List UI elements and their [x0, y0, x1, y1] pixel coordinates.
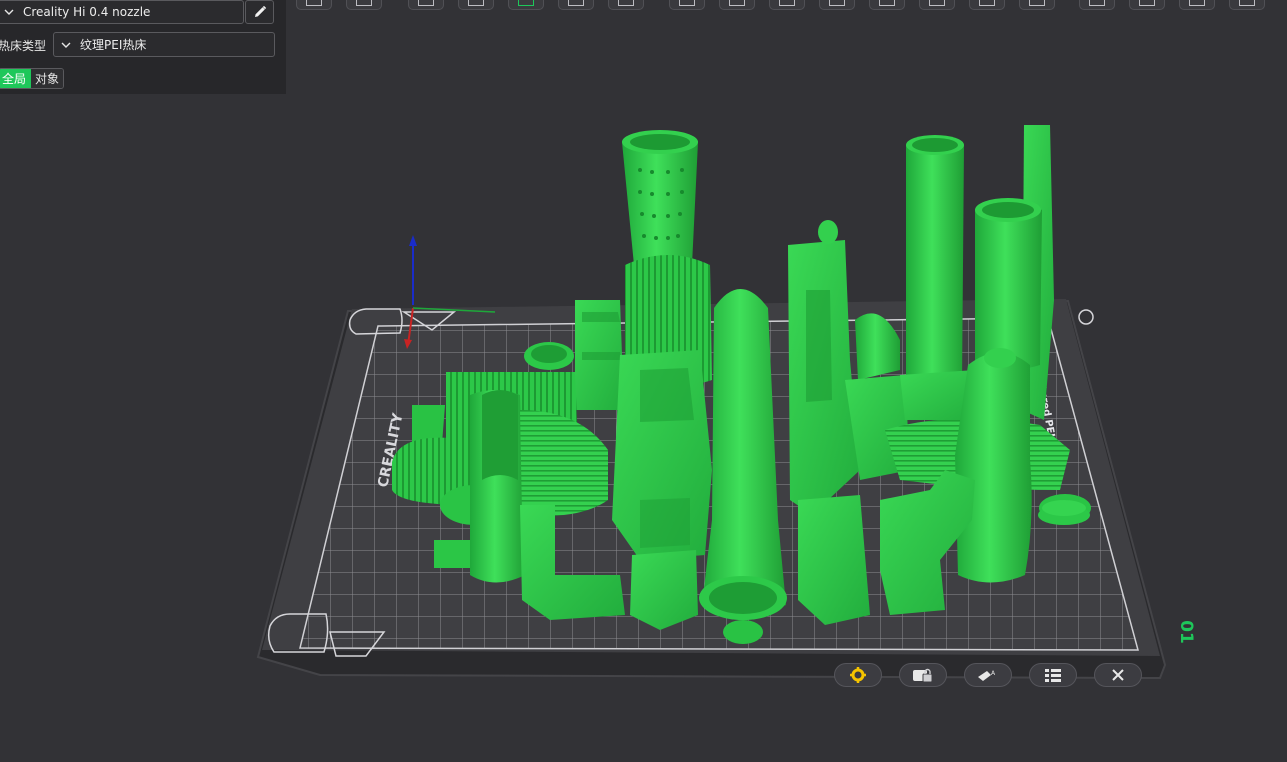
- auto-arrange-icon: A: [978, 670, 996, 681]
- toolbar-rotate-button[interactable]: [969, 0, 1005, 10]
- auto-arrange-button[interactable]: A: [964, 663, 1012, 687]
- layout-icon: [618, 0, 634, 6]
- toolbar-support-button[interactable]: [458, 0, 494, 10]
- toolbar-seam-button[interactable]: [1079, 0, 1115, 10]
- printer-preset-label: Creality Hi 0.4 nozzle: [23, 5, 151, 19]
- toolbar-split-button[interactable]: [558, 0, 594, 10]
- toolbar-move-button[interactable]: [919, 0, 955, 10]
- move-icon: [929, 0, 945, 6]
- seam-icon: [1089, 0, 1105, 6]
- emboss-icon: [829, 0, 845, 6]
- arrange-icon: [356, 0, 372, 6]
- pencil-icon: [254, 5, 266, 17]
- scope-global-tab[interactable]: 全局: [0, 69, 32, 88]
- mesh-boolean-icon: [729, 0, 745, 6]
- plate-settings-icon: [850, 667, 866, 683]
- bed-type-label: 热床类型: [0, 39, 47, 53]
- measure-icon: [779, 0, 795, 6]
- view-icon: [1239, 0, 1255, 6]
- toolbar-mesh-boolean-button[interactable]: [719, 0, 755, 10]
- edit-printer-button[interactable]: [245, 0, 274, 24]
- rotate-icon: [979, 0, 995, 6]
- toolbar-cut-button[interactable]: [669, 0, 705, 10]
- toolbar-emboss-button[interactable]: [819, 0, 855, 10]
- plate-number: 01: [1176, 620, 1196, 644]
- add-model-icon: [306, 0, 322, 6]
- split-icon: [568, 0, 584, 6]
- text-icon: [1139, 0, 1155, 6]
- toolbar-paint-button[interactable]: [1019, 0, 1055, 10]
- settings-panel: Creality Hi 0.4 nozzle 热床类型 纹理PEI热床 全局 对…: [0, 0, 286, 94]
- toolbar-arrange-button[interactable]: [346, 0, 382, 10]
- toolbar-text-button[interactable]: [1129, 0, 1165, 10]
- top-toolbar: [286, 0, 1287, 20]
- scope-toggle: 全局 对象: [0, 68, 65, 89]
- toolbar-layout-button[interactable]: [608, 0, 644, 10]
- plate-grid-button[interactable]: [1029, 663, 1077, 687]
- toolbar-view-button[interactable]: [1229, 0, 1265, 10]
- scope-object-tab[interactable]: 对象: [31, 69, 64, 88]
- lock-icon: [913, 668, 933, 683]
- 3d-viewport[interactable]: CREALITY Textured PEI Plate: [0, 0, 1287, 762]
- paint-icon: [1029, 0, 1045, 6]
- print-models[interactable]: [392, 125, 1091, 644]
- toolbar-measure-button[interactable]: [769, 0, 805, 10]
- close-icon: [1112, 669, 1124, 681]
- toolbar-orient-button[interactable]: [408, 0, 444, 10]
- svg-text:A: A: [991, 670, 996, 677]
- cut-icon: [679, 0, 695, 6]
- toolbar-auto-orient-button[interactable]: [508, 0, 544, 10]
- chevron-down-icon: [4, 9, 14, 15]
- printer-preset-dropdown[interactable]: Creality Hi 0.4 nozzle: [0, 0, 244, 24]
- bed-type-dropdown[interactable]: 纹理PEI热床: [53, 32, 275, 57]
- auto-orient-icon: [518, 0, 534, 6]
- chevron-down-icon: [61, 42, 71, 48]
- scale-icon: [879, 0, 895, 6]
- support-icon: [468, 0, 484, 6]
- bed-type-value: 纹理PEI热床: [80, 38, 147, 52]
- orient-icon: [418, 0, 434, 6]
- toolbar-add-model-button[interactable]: [296, 0, 332, 10]
- assembly-icon: [1189, 0, 1205, 6]
- grid-icon: [1045, 669, 1061, 682]
- toolbar-scale-button[interactable]: [869, 0, 905, 10]
- delete-plate-button[interactable]: [1094, 663, 1142, 687]
- lock-plate-button[interactable]: [899, 663, 947, 687]
- toolbar-assembly-button[interactable]: [1179, 0, 1215, 10]
- plate-settings-button[interactable]: [834, 663, 882, 687]
